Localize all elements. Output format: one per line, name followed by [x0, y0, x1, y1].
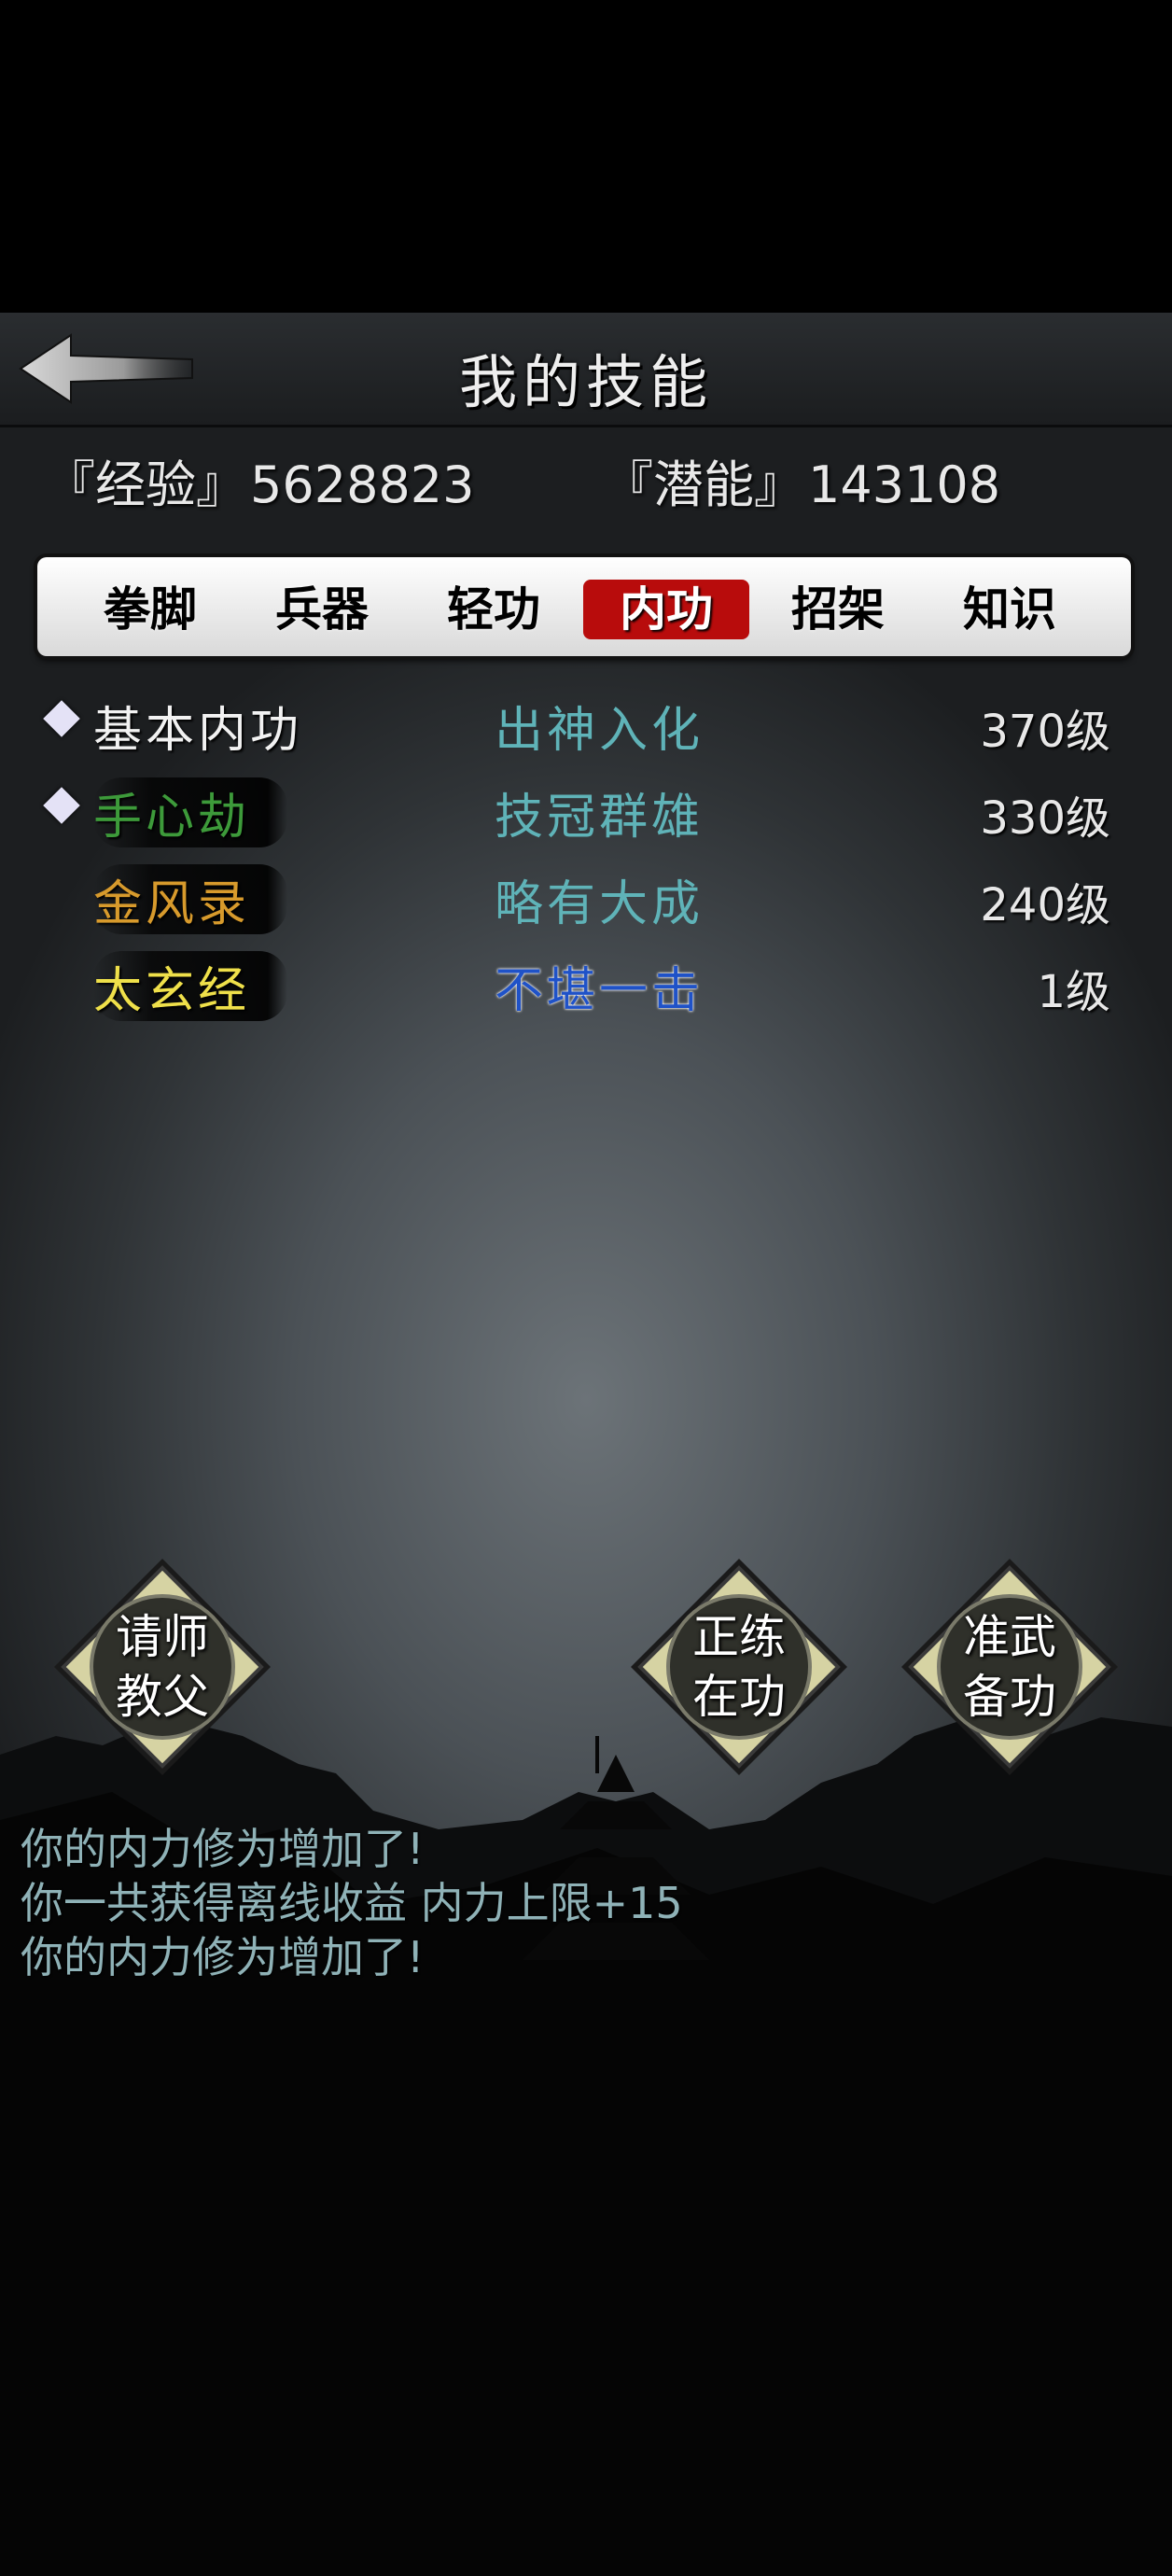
skill-level-title: 不堪一击 — [495, 963, 705, 1019]
page-title: 我的技能 — [458, 348, 713, 416]
prepare-button[interactable]: 准武 备功 — [898, 1555, 1122, 1779]
header-bar: 我的技能 — [0, 313, 1172, 427]
potential-stat: 『潜能』143108 — [603, 443, 1000, 517]
skill-level: 1级 — [1037, 966, 1110, 1018]
skill-level-title: 出神入化 — [495, 703, 705, 759]
tab-zhishi[interactable]: 知识 — [927, 580, 1093, 639]
potential-label: 『潜能』 — [603, 455, 804, 514]
practice-label-2: 在功 — [692, 1670, 786, 1724]
experience-stat: 『经验』5628823 — [45, 443, 475, 517]
skill-name: 太玄经 — [93, 951, 288, 1021]
practice-label-1: 正练 — [692, 1610, 786, 1664]
tab-qinggong[interactable]: 轻功 — [411, 580, 577, 639]
log-line: 你一共获得离线收益 内力上限+15 — [21, 1878, 683, 1928]
message-log: 你的内力修为增加了! 你一共获得离线收益 内力上限+15 你的内力修为增加了! — [21, 1822, 1140, 1984]
tab-zhaojia[interactable]: 招架 — [755, 580, 921, 639]
game-screen: 我的技能 『经验』5628823 『潜能』143108 拳脚 兵器 轻功 内功 … — [0, 0, 1172, 2576]
skill-tabs: 拳脚 兵器 轻功 内功 招架 知识 — [37, 557, 1131, 656]
skill-level-title: 技冠群雄 — [495, 790, 705, 846]
skill-row[interactable]: 基本内功 出神入化 370级 — [37, 681, 1131, 759]
skill-level: 370级 — [980, 706, 1110, 758]
skill-row[interactable]: 手心劫 技冠群雄 330级 — [37, 768, 1131, 847]
potential-value: 143108 — [808, 455, 1001, 514]
prepare-label-2: 备功 — [963, 1670, 1056, 1724]
stats-row: 『经验』5628823 『潜能』143108 — [0, 443, 1172, 518]
skill-level: 330级 — [980, 792, 1110, 845]
tab-quanjiao[interactable]: 拳脚 — [67, 580, 233, 639]
selected-diamond-icon — [43, 700, 80, 737]
ask-master-label-2: 教父 — [116, 1670, 209, 1724]
ask-master-label-1: 请师 — [116, 1610, 209, 1664]
status-area — [0, 0, 1172, 313]
experience-label: 『经验』 — [45, 455, 246, 514]
selected-diamond-icon — [43, 787, 80, 824]
practice-button[interactable]: 正练 在功 — [627, 1555, 851, 1779]
experience-value: 5628823 — [250, 455, 475, 514]
log-line: 你的内力修为增加了! — [21, 1932, 425, 1982]
skill-name: 金风录 — [93, 864, 288, 934]
log-line: 你的内力修为增加了! — [21, 1824, 425, 1874]
prepare-label-1: 准武 — [963, 1610, 1056, 1664]
skill-level: 240级 — [980, 879, 1110, 931]
tab-neigong[interactable]: 内功 — [583, 580, 749, 639]
skill-name: 基本内功 — [93, 703, 303, 759]
ask-master-button[interactable]: 请师 教父 — [50, 1555, 274, 1779]
skill-name: 手心劫 — [93, 777, 288, 847]
pagoda-silhouette-scene — [0, 1717, 1172, 2576]
skill-row[interactable]: 太玄经 不堪一击 1级 — [37, 942, 1131, 1021]
tab-bingqi[interactable]: 兵器 — [239, 580, 405, 639]
skill-row[interactable]: 金风录 略有大成 240级 — [37, 855, 1131, 934]
skill-level-title: 略有大成 — [495, 876, 705, 932]
